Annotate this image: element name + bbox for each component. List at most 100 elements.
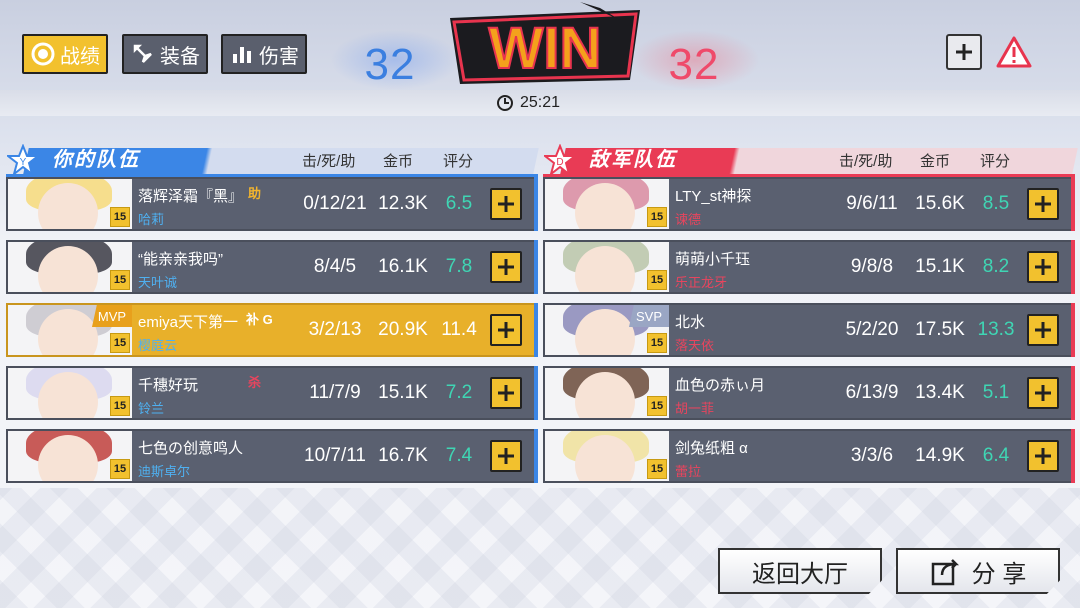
tab-label: 伤害: [259, 45, 299, 68]
damage-chart-icon: [229, 41, 255, 67]
team-color-strip: [1071, 429, 1075, 483]
team-color-strip: [534, 240, 538, 294]
add-friend-button[interactable]: [1027, 377, 1059, 409]
add-friend-button[interactable]: [1027, 251, 1059, 283]
player-row[interactable]: 15 剑兔纸粗 α 蕾拉 3/3/6 14.9K 6.4: [543, 429, 1075, 483]
player-name: 血色の赤ぃ月: [675, 377, 766, 394]
add-friend-button[interactable]: [1027, 188, 1059, 220]
timer-text: 25:21: [520, 94, 561, 111]
hero-portrait: SVP 15: [545, 305, 669, 355]
gold-value: 16.1K: [378, 256, 428, 277]
team-color-strip: [1071, 303, 1075, 357]
add-friend-button[interactable]: [490, 314, 522, 346]
player-name: 千穗好玩: [138, 377, 199, 394]
ally-score: 32: [364, 40, 416, 89]
gold-header: 金币: [383, 153, 414, 170]
player-tag: 杀: [248, 375, 262, 390]
hero-name: 哈莉: [138, 212, 165, 227]
hero-portrait: 15: [8, 242, 132, 292]
player-row[interactable]: 15 萌萌小千珏 乐正龙牙 9/8/8 15.1K 8.2: [543, 240, 1075, 294]
equipment-icon: [130, 41, 156, 67]
player-row[interactable]: MVP 15 emiya天下第一补 G 樱庭云 3/2/13 20.9K 11.4: [6, 303, 538, 357]
player-row[interactable]: 15 “能亲亲我吗” 天叶诚 8/4/5 16.1K 7.8: [6, 240, 538, 294]
level-badge: 15: [647, 333, 667, 353]
player-info: 剑兔纸粗 α 蕾拉: [675, 435, 825, 481]
tab-equipment[interactable]: 装备: [122, 34, 208, 74]
player-info: 落辉泽霜『黑』助哈莉: [138, 183, 288, 229]
player-row[interactable]: 15 落辉泽霜『黑』助哈莉 0/12/21 12.3K 6.5: [6, 177, 538, 231]
button-label: 返回大厅: [752, 560, 848, 588]
player-name: LTY_st神探: [675, 188, 752, 205]
player-row[interactable]: 15 千穗好玩 杀铃兰 11/7/9 15.1K 7.2: [6, 366, 538, 420]
hero-portrait: 15: [8, 179, 132, 229]
gold-value: 16.7K: [378, 445, 428, 466]
ally-team-panel: Y 你的队伍 击/死/助 金币 评分 15 落辉泽霜『黑』助哈莉 0/12/21 12…: [6, 142, 539, 487]
kda-value: 6/13/9: [845, 382, 899, 403]
button-label: 分 享: [971, 560, 1027, 588]
plus-icon: [1035, 385, 1051, 401]
plus-icon: [1035, 259, 1051, 275]
hero-portrait: 15: [545, 242, 669, 292]
level-badge: 15: [647, 459, 667, 479]
plus-icon: [498, 385, 514, 401]
player-name: 萌萌小千珏: [675, 251, 751, 268]
player-info: 血色の赤ぃ月 胡一菲: [675, 372, 825, 418]
add-friend-button[interactable]: [946, 34, 982, 70]
kda-value: 3/3/6: [850, 445, 894, 466]
add-friend-button[interactable]: [490, 251, 522, 283]
rating-value: 6.4: [982, 445, 1010, 466]
gold-value: 15.6K: [915, 193, 965, 214]
rating-header: 评分: [443, 153, 474, 170]
add-friend-button[interactable]: [1027, 440, 1059, 472]
share-button[interactable]: 分 享: [896, 548, 1060, 594]
kda-value: 9/8/8: [850, 256, 894, 277]
gold-value: 17.5K: [915, 319, 965, 340]
kda-header: 击/死/助: [302, 153, 356, 170]
rating-value: 5.1: [982, 382, 1010, 403]
player-tag: 补 G: [246, 312, 273, 327]
tab-damage[interactable]: 伤害: [221, 34, 307, 74]
add-friend-button[interactable]: [1027, 314, 1059, 346]
add-friend-button[interactable]: [490, 440, 522, 472]
player-name: 北水: [675, 314, 706, 331]
gold-value: 13.4K: [915, 382, 965, 403]
player-name: 七色の创意鸣人: [138, 440, 244, 457]
gold-value: 15.1K: [378, 382, 428, 403]
rating-value: 6.5: [445, 193, 473, 214]
level-badge: 15: [110, 207, 130, 227]
plus-icon: [498, 322, 514, 338]
player-row[interactable]: 15 血色の赤ぃ月 胡一菲 6/13/9 13.4K 5.1: [543, 366, 1075, 420]
rating-value: 7.8: [445, 256, 473, 277]
team-color-strip: [534, 177, 538, 231]
hero-portrait: 15: [545, 368, 669, 418]
add-friend-button[interactable]: [490, 188, 522, 220]
tab-record[interactable]: 战绩: [22, 34, 108, 74]
player-row[interactable]: 15 七色の创意鸣人 迪斯卓尔 10/7/11 16.7K 7.4: [6, 429, 538, 483]
player-row[interactable]: SVP 15 北水 落天依 5/2/20 17.5K 13.3: [543, 303, 1075, 357]
plus-icon: [1035, 448, 1051, 464]
player-name: 落辉泽霜『黑』: [138, 188, 244, 205]
level-badge: 15: [110, 333, 130, 353]
team-color-strip: [534, 303, 538, 357]
level-badge: 15: [647, 396, 667, 416]
level-badge: 15: [110, 396, 130, 416]
warning-icon: [996, 36, 1032, 68]
add-friend-button[interactable]: [490, 377, 522, 409]
plus-icon: [1035, 322, 1051, 338]
player-row[interactable]: 15 LTY_st神探 谏德 9/6/11 15.6K 8.5: [543, 177, 1075, 231]
rating-value: 7.2: [445, 382, 473, 403]
report-button[interactable]: [996, 34, 1032, 70]
rating-value: 13.3: [977, 319, 1015, 340]
player-tag: 助: [248, 186, 262, 201]
kda-value: 9/6/11: [846, 193, 898, 214]
enemy-score: 32: [668, 40, 720, 89]
gold-value: 15.1K: [915, 256, 965, 277]
plus-icon: [1035, 196, 1051, 212]
hero-portrait: MVP 15: [8, 305, 132, 355]
player-info: 千穗好玩 杀铃兰: [138, 372, 288, 418]
return-lobby-button[interactable]: 返回大厅: [718, 548, 882, 594]
plus-icon: [498, 259, 514, 275]
hero-name: 乐正龙牙: [675, 275, 728, 290]
kda-value: 8/4/5: [313, 256, 357, 277]
kda-value: 3/2/13: [308, 319, 362, 340]
